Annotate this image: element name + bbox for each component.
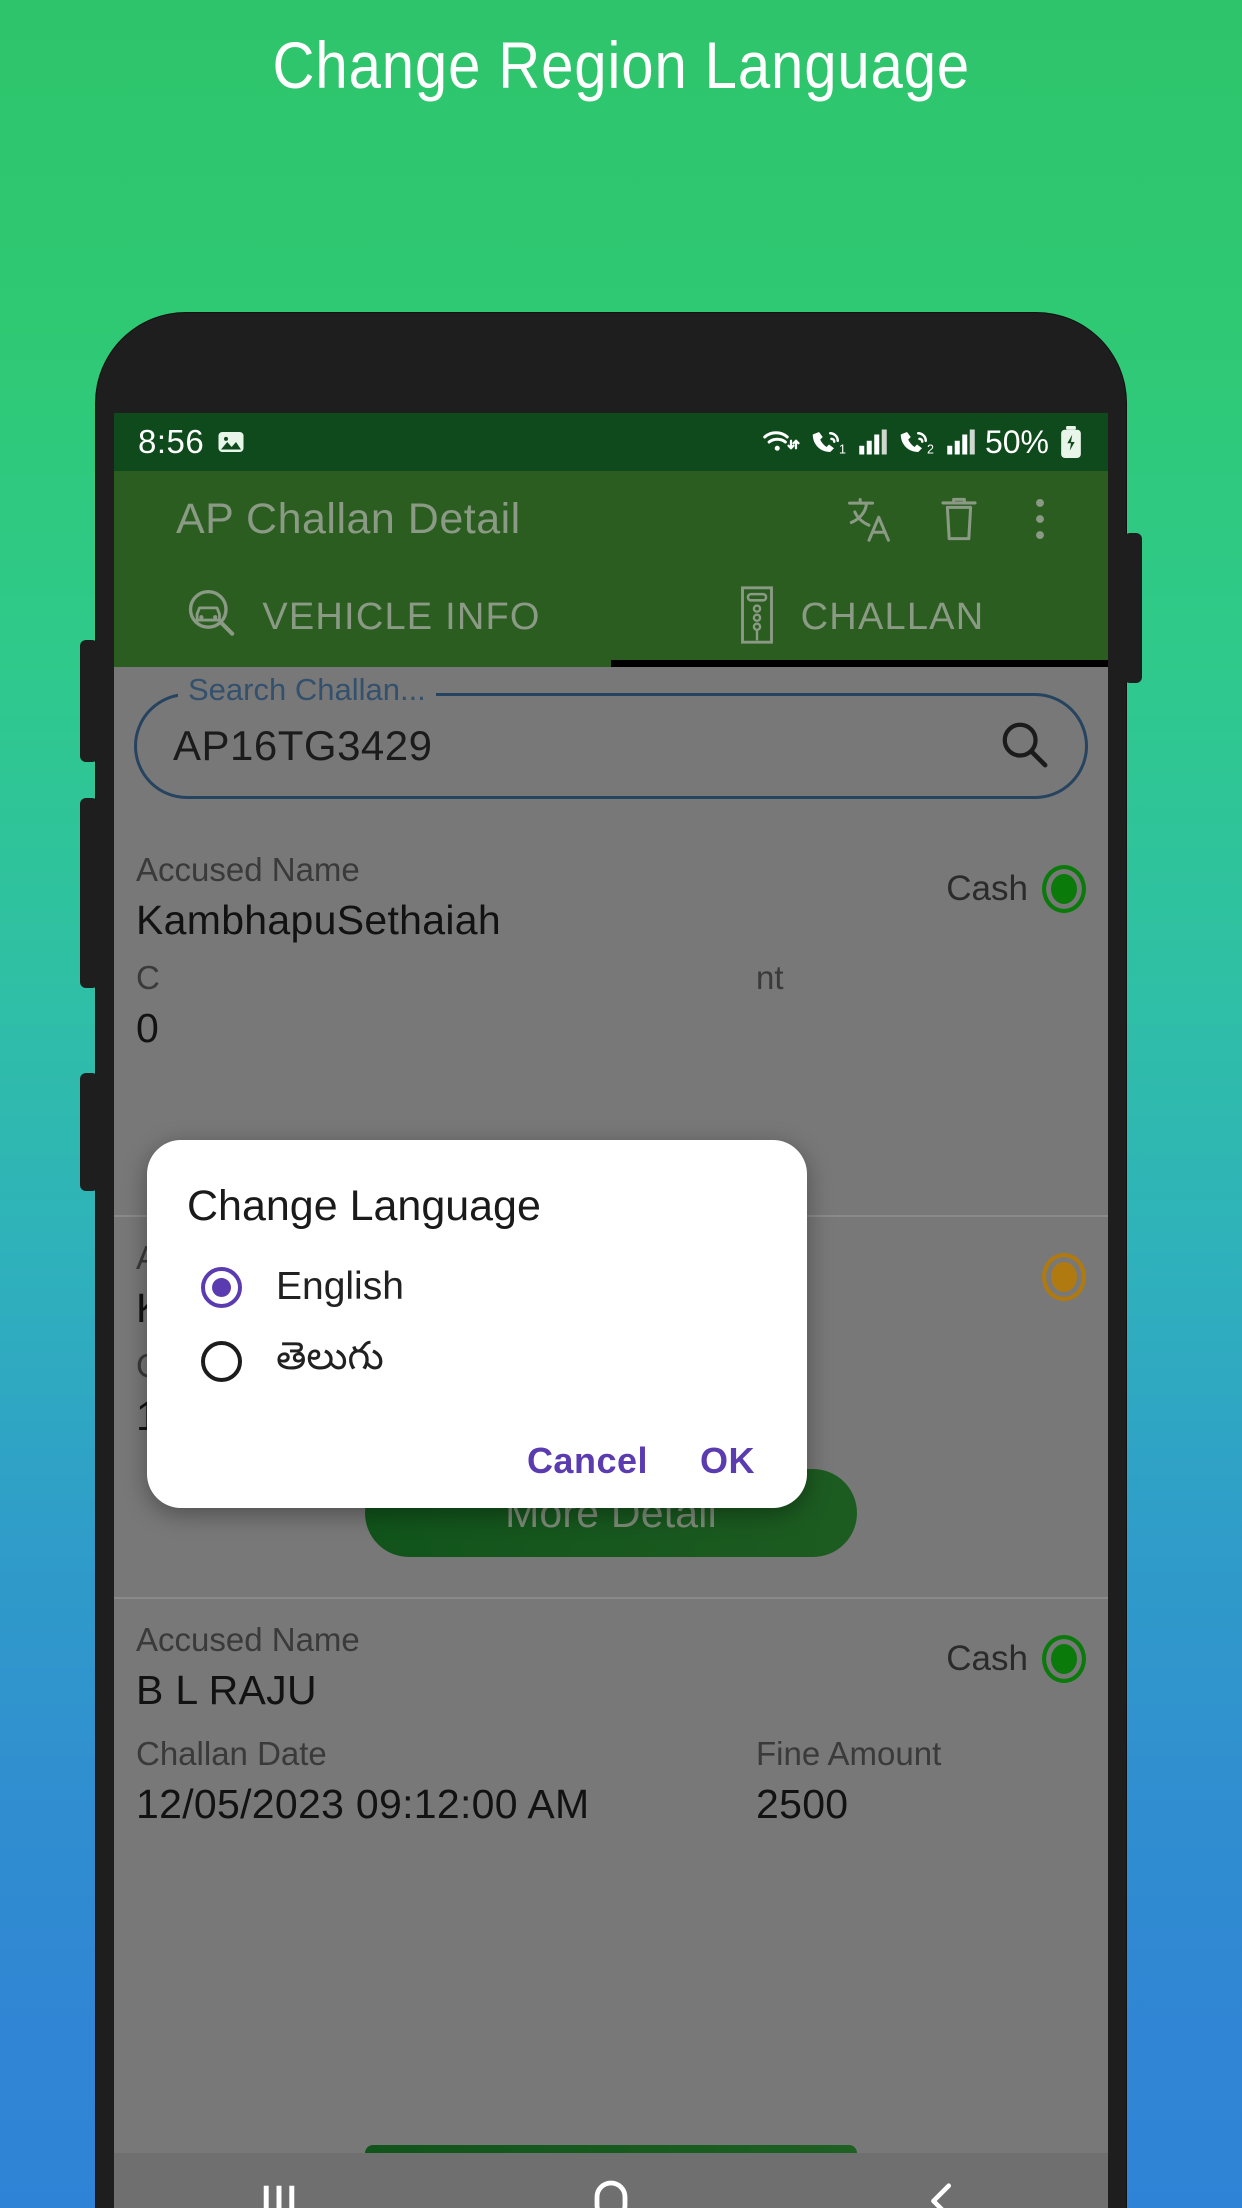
power-button[interactable] xyxy=(80,1073,98,1191)
accused-name-label: Accused Name xyxy=(136,851,360,888)
status-bar-left: 8:56 xyxy=(138,423,246,461)
status-bar-right: 1 2 50% xyxy=(762,424,1084,461)
navigation-bar xyxy=(114,2153,1108,2208)
page-root: Change Region Language 8:56 1 2 50% AP C… xyxy=(0,0,1242,2208)
accused-name-label: Accused Name xyxy=(136,1621,360,1658)
status-bar: 8:56 1 2 50% xyxy=(114,413,1108,471)
card-row-name: Accused Name B L RAJU Cash xyxy=(136,1617,1086,1717)
radio-selected-icon[interactable] xyxy=(201,1266,242,1308)
svg-text:2: 2 xyxy=(927,442,934,456)
status-badge: Cash xyxy=(946,865,1086,913)
card-row-date: Challan Date 12/05/2023 09:12:00 AM Fine… xyxy=(136,1731,1086,1831)
cancel-button[interactable]: Cancel xyxy=(527,1440,648,1482)
challan-date-value: 12/05/2023 09:12:00 AM xyxy=(136,1781,590,1827)
home-icon[interactable] xyxy=(589,2179,633,2208)
fine-amount-value: 2500 xyxy=(756,1781,849,1827)
challan-card[interactable]: Accused Name B L RAJU Cash Challan Date … xyxy=(114,1597,1108,1841)
app-bar: AP Challan Detail xyxy=(114,471,1108,567)
volte-1-icon: 1 xyxy=(809,427,849,457)
accused-name-field: Accused Name B L RAJU xyxy=(136,1617,946,1717)
challan-date-value: 0 xyxy=(136,1005,160,1051)
delete-icon[interactable] xyxy=(938,494,984,544)
ok-button[interactable]: OK xyxy=(700,1440,755,1482)
accused-name-value: B L RAJU xyxy=(136,1667,317,1713)
vehicle-search-icon xyxy=(184,587,240,648)
status-dot-icon xyxy=(1042,1253,1086,1301)
tab-label-vehicle-info: VEHICLE INFO xyxy=(262,595,541,638)
fine-amount-label: Fine Amount xyxy=(756,1735,942,1772)
change-language-dialog: Change Language English తెలుగు Cancel OK xyxy=(147,1140,807,1508)
accused-name-field: Accused Name KambhapuSethaiah xyxy=(136,847,946,947)
recents-icon[interactable] xyxy=(258,2180,300,2208)
status-label: Cash xyxy=(946,1639,1028,1678)
tab-challan[interactable]: CHALLAN xyxy=(611,567,1108,667)
status-dot-icon xyxy=(1042,1635,1086,1683)
challan-date-label: C xyxy=(136,959,160,996)
battery-percent: 50% xyxy=(984,423,1049,460)
phone-frame: 8:56 1 2 50% AP Challan Detail VEHICLE I… xyxy=(80,313,1142,2208)
status-label: Cash xyxy=(946,869,1028,908)
fine-amount-field: Fine Amount 2500 xyxy=(756,1731,1086,1831)
challan-date-field: C 0 xyxy=(136,955,756,1055)
overflow-menu-icon[interactable] xyxy=(1030,494,1076,544)
search-label: Search Challan... xyxy=(178,672,436,708)
side-key-button[interactable] xyxy=(1124,533,1142,683)
app-bar-actions xyxy=(846,494,1082,544)
tab-bar: VEHICLE INFO CHALLAN xyxy=(114,567,1108,667)
challan-card[interactable]: Accused Name KambhapuSethaiah Cash C 0 n… xyxy=(114,829,1108,1065)
tab-vehicle-info[interactable]: VEHICLE INFO xyxy=(114,567,611,667)
tab-label-challan: CHALLAN xyxy=(800,595,985,638)
signal-2-icon xyxy=(946,428,976,456)
search-input-value[interactable]: AP16TG3429 xyxy=(173,722,433,770)
language-option-english[interactable]: English xyxy=(201,1265,767,1309)
accused-name-value: KambhapuSethaiah xyxy=(136,897,501,943)
challan-date-label: Challan Date xyxy=(136,1735,327,1772)
svg-text:1: 1 xyxy=(839,442,846,456)
photo-icon xyxy=(216,427,246,457)
dialog-title: Change Language xyxy=(187,1182,541,1230)
radio-unselected-icon[interactable] xyxy=(201,1341,242,1382)
search-field[interactable]: AP16TG3429 Search Challan... xyxy=(134,672,1088,799)
status-badge: Cash xyxy=(946,1635,1086,1683)
translate-icon[interactable] xyxy=(846,494,892,544)
volume-up-button[interactable] xyxy=(80,640,98,762)
challan-date-field: Challan Date 12/05/2023 09:12:00 AM xyxy=(136,1731,756,1831)
search-icon[interactable] xyxy=(999,719,1049,774)
fine-amount-field: nt xyxy=(756,955,1086,1001)
card-row-date: C 0 nt xyxy=(136,955,1086,1055)
card-row-name: Accused Name KambhapuSethaiah Cash xyxy=(136,847,1086,947)
dialog-actions: Cancel OK xyxy=(187,1440,767,1482)
status-dot-icon xyxy=(1042,865,1086,913)
search-box[interactable]: AP16TG3429 xyxy=(134,693,1088,799)
language-label-telugu: తెలుగు xyxy=(276,1335,384,1378)
fine-amount-label: nt xyxy=(756,959,784,996)
app-title: AP Challan Detail xyxy=(176,494,521,543)
volume-down-button[interactable] xyxy=(80,798,98,988)
wifi-icon xyxy=(762,427,800,457)
challan-receipt-icon xyxy=(735,585,779,649)
more-detail-button-partial[interactable] xyxy=(365,2145,857,2153)
banner: Change Region Language xyxy=(0,0,1242,130)
content-area: AP16TG3429 Search Challan... Accused Nam… xyxy=(114,667,1108,2153)
volte-2-icon: 2 xyxy=(897,427,937,457)
back-icon[interactable] xyxy=(922,2180,964,2208)
battery-charging-icon xyxy=(1058,426,1084,458)
phone-screen: 8:56 1 2 50% AP Challan Detail VEHICLE I… xyxy=(114,413,1108,2208)
status-badge xyxy=(1028,1253,1086,1301)
language-option-telugu[interactable]: తెలుగు xyxy=(201,1335,767,1388)
signal-1-icon xyxy=(858,428,888,456)
banner-title: Change Region Language xyxy=(272,28,970,102)
status-time: 8:56 xyxy=(138,423,205,460)
language-label-english: English xyxy=(276,1265,404,1308)
